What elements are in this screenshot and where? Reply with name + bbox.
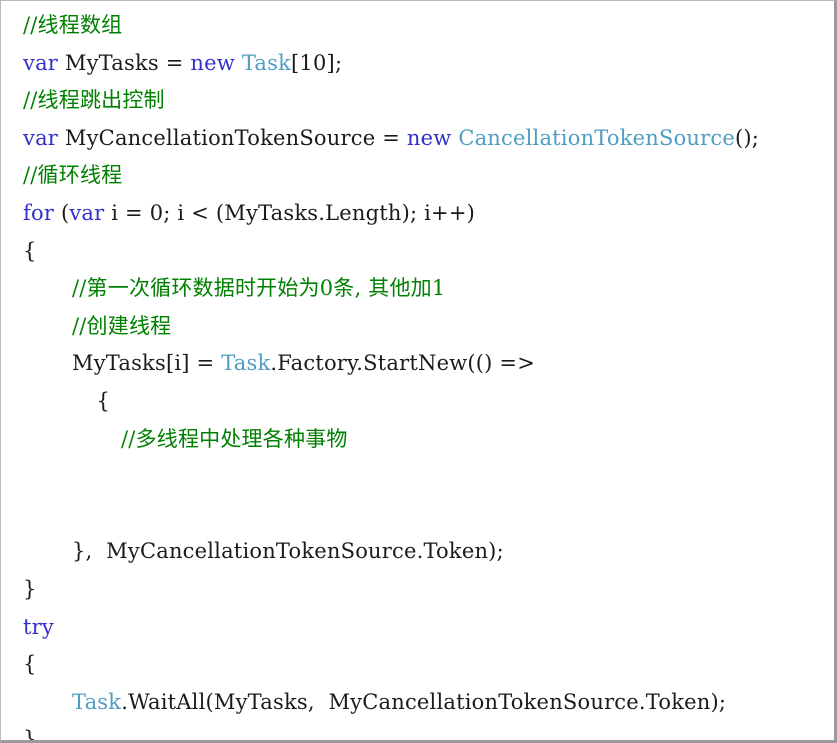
code-token-comment: //线程跳出控制 bbox=[23, 88, 165, 113]
code-line[interactable]: for (var i = 0; i < (MyTasks.Length); i+… bbox=[23, 195, 834, 233]
code-token-plain: } bbox=[23, 576, 37, 601]
code-token-keyword: new bbox=[406, 125, 452, 150]
code-token-plain: [10]; bbox=[291, 50, 343, 75]
code-token-plain: (); bbox=[734, 125, 760, 150]
code-token-plain: MyTasks = bbox=[58, 50, 191, 75]
code-line[interactable]: //多线程中处理各种事物 bbox=[23, 421, 834, 459]
code-line[interactable]: } bbox=[23, 721, 834, 743]
code-token-keyword: for bbox=[23, 200, 55, 225]
code-token-type: Task bbox=[241, 50, 292, 75]
code-token-plain: ( bbox=[54, 200, 70, 225]
code-token-keyword: var bbox=[23, 125, 59, 150]
code-line[interactable]: } bbox=[23, 571, 834, 609]
code-snippet-screenshot: //线程数组 var MyTasks = new Task[10];//线程跳出控… bbox=[0, 0, 837, 743]
code-token-plain: .WaitAll(MyTasks, MyCancellationTokenSou… bbox=[121, 689, 727, 714]
code-token-comment: //创建线程 bbox=[72, 313, 172, 338]
code-token-plain: MyCancellationTokenSource = bbox=[58, 125, 407, 150]
code-line[interactable]: try bbox=[23, 609, 834, 647]
code-token-comment: //线程数组 bbox=[23, 13, 123, 37]
code-token-plain: { bbox=[23, 652, 37, 677]
code-token-plain: MyTasks[i] = bbox=[72, 351, 222, 376]
code-line[interactable]: //第一次循环数据时开始为0条, 其他加1 bbox=[23, 270, 834, 308]
code-token-plain: .Factory.StartNew(() => bbox=[270, 351, 536, 376]
code-token-keyword: var bbox=[23, 50, 59, 75]
code-token-plain: } bbox=[23, 727, 37, 743]
code-line[interactable]: //线程数组 bbox=[23, 7, 834, 45]
code-line[interactable]: MyTasks[i] = Task.Factory.StartNew(() => bbox=[23, 345, 834, 383]
code-line[interactable]: }, MyCancellationTokenSource.Token); bbox=[23, 533, 834, 571]
code-token-comment: //第一次循环数据时开始为0条, 其他加1 bbox=[72, 276, 446, 301]
code-token-plain: { bbox=[96, 388, 111, 413]
code-line[interactable]: var MyCancellationTokenSource = new Canc… bbox=[23, 120, 834, 158]
code-token-plain: }, MyCancellationTokenSource.Token); bbox=[72, 539, 504, 564]
code-token-type: Task bbox=[72, 689, 122, 714]
code-line[interactable]: { bbox=[23, 233, 834, 271]
code-token-type: Task bbox=[221, 351, 271, 376]
code-line[interactable]: //线程跳出控制 bbox=[23, 82, 834, 120]
code-token-plain: i = 0; i < (MyTasks.Length); i++) bbox=[104, 200, 476, 225]
code-block[interactable]: //线程数组 var MyTasks = new Task[10];//线程跳出控… bbox=[1, 1, 834, 743]
code-line[interactable]: var MyTasks = new Task[10]; bbox=[23, 45, 834, 83]
code-line[interactable]: Task.WaitAll(MyTasks, MyCancellationToke… bbox=[23, 684, 834, 722]
code-line[interactable]: //创建线程 bbox=[23, 308, 834, 346]
code-token-comment: //多线程中处理各种事物 bbox=[121, 426, 348, 451]
code-token-plain: { bbox=[23, 238, 37, 263]
code-token-keyword: try bbox=[23, 614, 54, 639]
code-line[interactable]: //循环线程 bbox=[23, 157, 834, 195]
code-token-type: CancellationTokenSource bbox=[458, 125, 735, 150]
code-line[interactable]: { bbox=[23, 383, 834, 421]
code-token-keyword: new bbox=[190, 50, 235, 75]
code-line[interactable]: { bbox=[23, 646, 834, 684]
code-token-keyword: var bbox=[69, 200, 105, 225]
code-token-comment: //循环线程 bbox=[23, 163, 123, 188]
